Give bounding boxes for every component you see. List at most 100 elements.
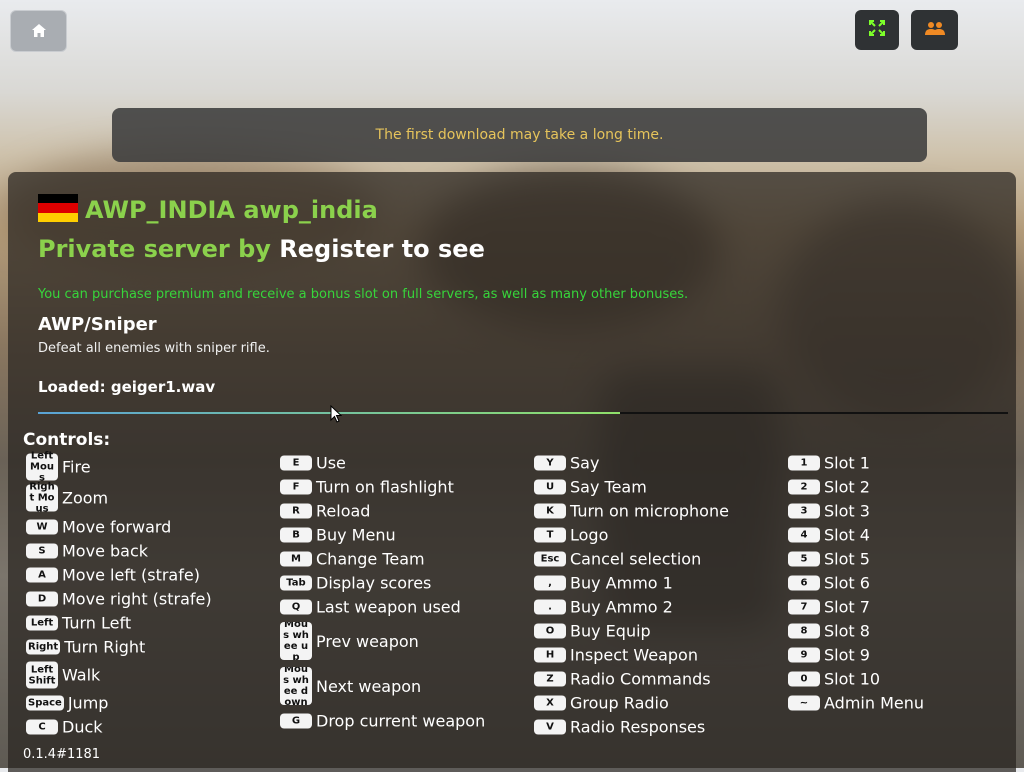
key-badge: 8 <box>788 623 820 639</box>
control-action: Slot 4 <box>824 525 870 545</box>
key-badge: A <box>26 567 58 583</box>
server-owner: Private server by Register to see <box>38 235 485 263</box>
key-badge: 2 <box>788 479 820 495</box>
control-action: Buy Ammo 1 <box>570 573 673 593</box>
control-row: X Group Radio <box>534 694 669 713</box>
key-badge: C <box>26 719 58 735</box>
control-action: Buy Menu <box>316 525 396 545</box>
notice-text: The first download may take a long time. <box>375 127 664 143</box>
control-action: Slot 5 <box>824 549 870 569</box>
key-badge: M <box>280 551 312 567</box>
control-row: 4 Slot 4 <box>788 526 870 545</box>
control-action: Next weapon <box>316 676 422 696</box>
control-action: Change Team <box>316 549 425 569</box>
control-row: K Turn on microphone <box>534 502 729 521</box>
key-badge: 0 <box>788 671 820 687</box>
key-badge: 5 <box>788 551 820 567</box>
control-row: Y Say <box>534 454 599 473</box>
control-action: Slot 8 <box>824 621 870 641</box>
key-badge: G <box>280 713 312 729</box>
key-badge: Left Mous <box>26 451 58 484</box>
owner-name[interactable]: Register to see <box>279 235 485 263</box>
control-action: Last weapon used <box>316 597 461 617</box>
control-action: Slot 3 <box>824 501 870 521</box>
key-badge: H <box>534 647 566 663</box>
key-badge: Z <box>534 671 566 687</box>
control-action: Turn on flashlight <box>316 477 454 497</box>
key-badge: K <box>534 503 566 519</box>
control-row: V Radio Responses <box>534 718 705 737</box>
loading-status: Loaded: geiger1.wav <box>38 378 216 396</box>
control-row: D Move right (strafe) <box>26 590 212 609</box>
control-row: W Move forward <box>26 518 171 537</box>
control-action: Say <box>570 453 600 473</box>
key-badge: S <box>26 543 58 559</box>
control-action: Move back <box>62 541 149 561</box>
control-action: Slot 10 <box>824 669 881 689</box>
players-button[interactable] <box>911 10 958 50</box>
control-action: Display scores <box>316 573 432 593</box>
control-action: Buy Equip <box>570 621 651 641</box>
home-button[interactable] <box>10 10 67 52</box>
control-row: Space Jump <box>26 694 108 713</box>
control-action: Slot 9 <box>824 645 870 665</box>
key-badge: T <box>534 527 566 543</box>
control-action: Say Team <box>570 477 647 497</box>
control-row: C Duck <box>26 718 103 737</box>
control-row: T Logo <box>534 526 608 545</box>
control-action: Slot 6 <box>824 573 870 593</box>
control-action: Move right (strafe) <box>62 589 212 609</box>
control-action: Drop current weapon <box>316 711 486 731</box>
key-badge: , <box>534 575 566 591</box>
download-notice: The first download may take a long time. <box>112 108 927 162</box>
control-row: 3 Slot 3 <box>788 502 870 521</box>
key-badge: ~ <box>788 695 820 711</box>
mouse-cursor-icon <box>330 404 343 427</box>
key-badge: O <box>534 623 566 639</box>
controls-heading: Controls: <box>23 430 111 450</box>
key-badge: 9 <box>788 647 820 663</box>
control-row: Z Radio Commands <box>534 670 711 689</box>
key-badge: F <box>280 479 312 495</box>
control-action: Use <box>316 453 346 473</box>
control-row: Left Shift Walk <box>26 661 100 689</box>
control-action: Group Radio <box>570 693 669 713</box>
game-mode-title: AWP/Sniper <box>38 314 157 335</box>
control-action: Buy Ammo 2 <box>570 597 673 617</box>
control-row: 0 Slot 10 <box>788 670 880 689</box>
key-badge: 4 <box>788 527 820 543</box>
game-mode-description: Defeat all enemies with sniper rifle. <box>38 341 270 356</box>
control-action: Duck <box>62 717 103 737</box>
control-row: S Move back <box>26 542 148 561</box>
control-row: Q Last weapon used <box>280 598 461 617</box>
loading-progress-bar <box>38 412 1008 414</box>
control-row: 6 Slot 6 <box>788 574 870 593</box>
control-row: . Buy Ammo 2 <box>534 598 673 617</box>
control-row: 5 Slot 5 <box>788 550 870 569</box>
country-flag <box>38 194 78 222</box>
control-action: Admin Menu <box>824 693 925 713</box>
key-badge: 3 <box>788 503 820 519</box>
control-row: ~ Admin Menu <box>788 694 924 713</box>
control-row: B Buy Menu <box>280 526 396 545</box>
control-row: Mous whee up Prev weapon <box>280 622 419 660</box>
control-action: Move left (strafe) <box>62 565 200 585</box>
key-badge: B <box>280 527 312 543</box>
key-badge: Right <box>26 639 61 655</box>
control-row: 8 Slot 8 <box>788 622 870 641</box>
control-row: , Buy Ammo 1 <box>534 574 673 593</box>
control-row: R Reload <box>280 502 370 521</box>
key-badge: 7 <box>788 599 820 615</box>
key-badge: 6 <box>788 575 820 591</box>
control-action: Radio Responses <box>570 717 706 737</box>
key-badge: Esc <box>534 551 566 567</box>
key-badge: . <box>534 599 566 615</box>
control-row: Right Turn Right <box>26 638 145 657</box>
premium-info[interactable]: You can purchase premium and receive a b… <box>38 287 688 302</box>
control-action: Turn on microphone <box>570 501 729 521</box>
control-action: Inspect Weapon <box>570 645 698 665</box>
control-action: Slot 7 <box>824 597 870 617</box>
home-icon <box>31 22 46 41</box>
key-badge: Tab <box>280 575 312 591</box>
fullscreen-button[interactable] <box>855 10 899 50</box>
